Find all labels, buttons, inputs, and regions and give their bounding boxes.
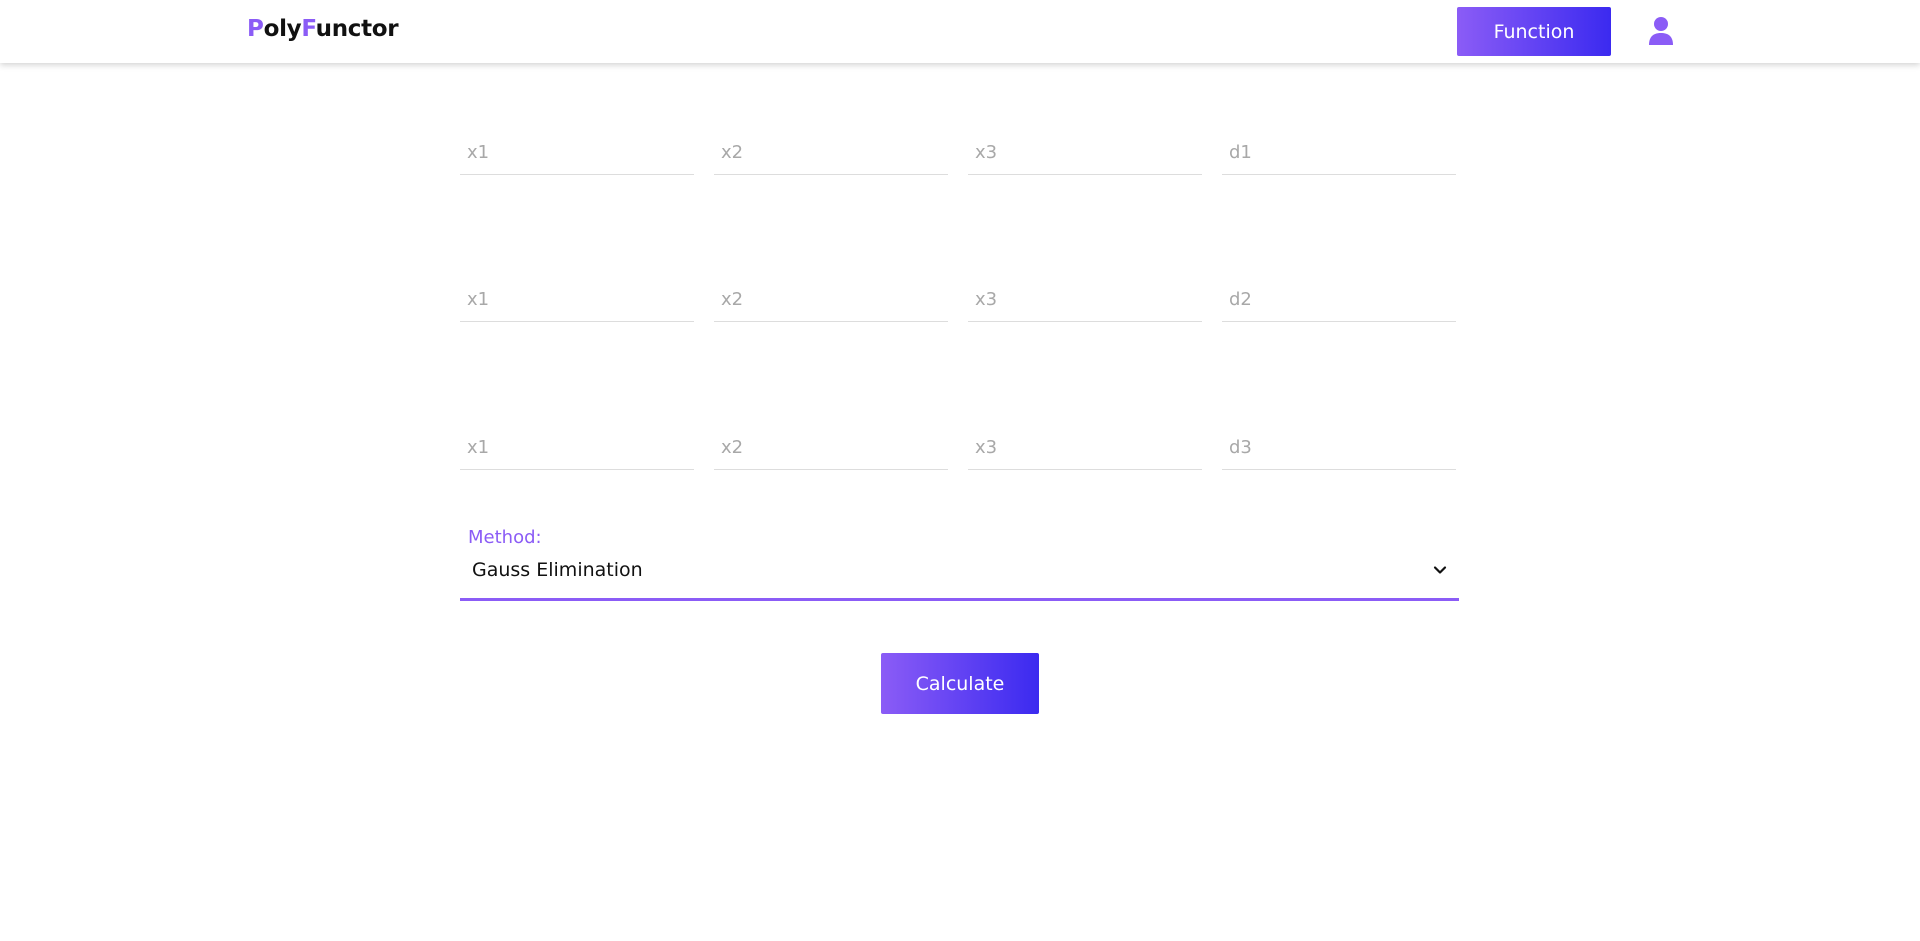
field-wrapper <box>968 130 1202 175</box>
brand-logo[interactable]: PolyFunctor <box>247 16 399 42</box>
eq2-d2-input[interactable] <box>1222 277 1456 321</box>
field-wrapper <box>968 277 1202 322</box>
user-icon[interactable] <box>1648 16 1674 46</box>
method-label: Method: <box>468 527 542 548</box>
field-wrapper <box>968 425 1202 470</box>
eq1-x1-input[interactable] <box>460 130 694 174</box>
eq3-x2-input[interactable] <box>714 425 948 469</box>
field-wrapper <box>714 277 948 322</box>
method-selected-value: Gauss Elimination <box>472 559 643 581</box>
function-button[interactable]: Function <box>1457 7 1611 56</box>
eq1-x2-input[interactable] <box>714 130 948 174</box>
brand-text-oly: oly <box>263 16 302 42</box>
field-wrapper <box>1222 425 1456 470</box>
top-navbar: PolyFunctor Function <box>0 0 1920 63</box>
method-select[interactable]: Method: Gauss Elimination <box>460 527 1459 601</box>
equation-row-2 <box>460 277 1459 322</box>
brand-letter-p: P <box>247 16 264 42</box>
equation-row-1 <box>460 130 1459 175</box>
eq3-x1-input[interactable] <box>460 425 694 469</box>
equation-row-3 <box>460 425 1459 470</box>
chevron-down-icon <box>1433 566 1447 574</box>
eq1-x3-input[interactable] <box>968 130 1202 174</box>
field-wrapper <box>1222 130 1456 175</box>
field-wrapper <box>460 130 694 175</box>
field-wrapper <box>714 130 948 175</box>
field-wrapper <box>460 277 694 322</box>
brand-text-unctor: unctor <box>315 16 399 42</box>
eq1-d1-input[interactable] <box>1222 130 1456 174</box>
eq2-x3-input[interactable] <box>968 277 1202 321</box>
eq2-x2-input[interactable] <box>714 277 948 321</box>
eq3-d3-input[interactable] <box>1222 425 1456 469</box>
field-wrapper <box>460 425 694 470</box>
brand-letter-f: F <box>301 16 316 42</box>
eq3-x3-input[interactable] <box>968 425 1202 469</box>
eq2-x1-input[interactable] <box>460 277 694 321</box>
field-wrapper <box>714 425 948 470</box>
calculate-button[interactable]: Calculate <box>881 653 1039 714</box>
field-wrapper <box>1222 277 1456 322</box>
